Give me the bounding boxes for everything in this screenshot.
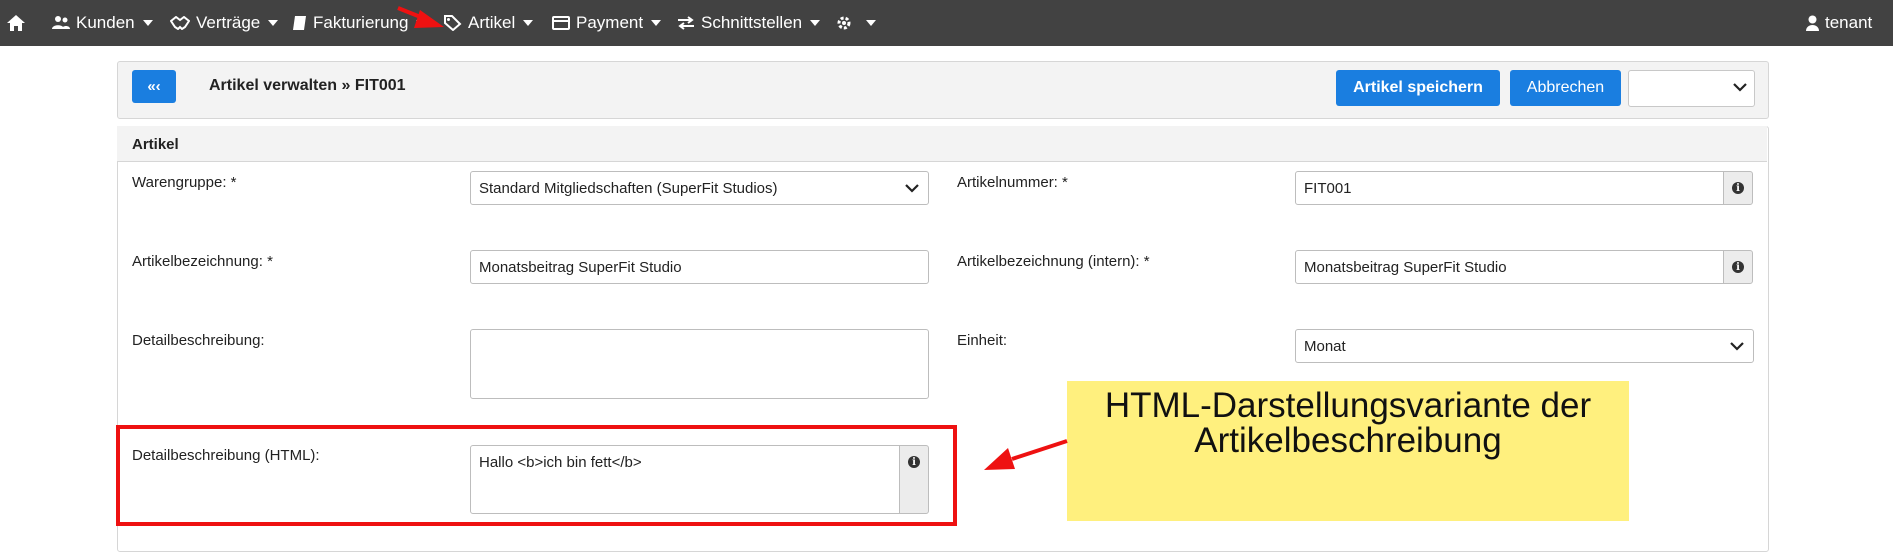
red-arrow-icon [397,6,444,28]
red-arrow-icon [984,439,1068,470]
annotation-arrows [397,6,1068,470]
